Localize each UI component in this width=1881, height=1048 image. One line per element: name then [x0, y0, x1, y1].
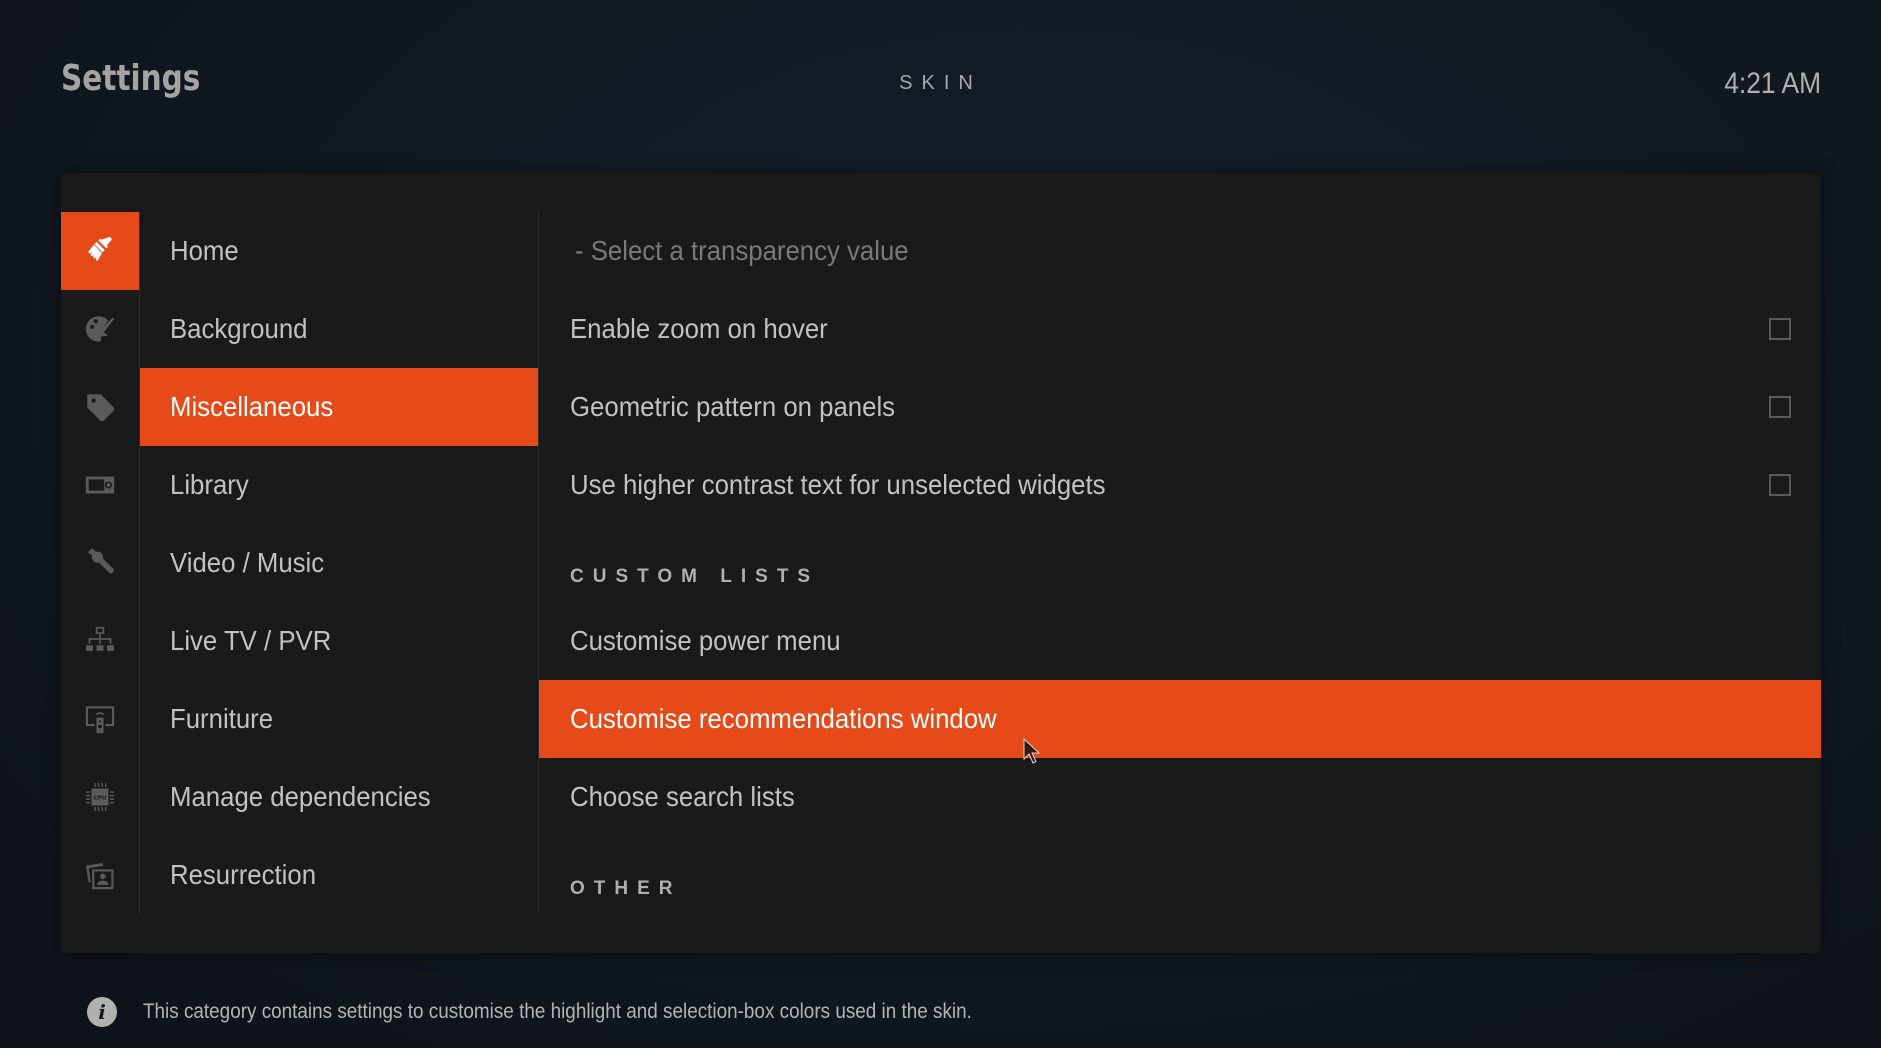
settings-panel: CPU Home Background Miscellaneous Librar… [61, 173, 1821, 953]
radio-device-icon [85, 476, 115, 494]
section-header-custom-lists: CUSTOM LISTS [539, 524, 1821, 602]
sidebar-item-label: Resurrection [170, 859, 317, 890]
settings-list: - Select a transparency value Enable zoo… [539, 212, 1821, 914]
setting-transparency-value[interactable]: - Select a transparency value [539, 212, 1821, 290]
setting-label: Geometric pattern on panels [570, 391, 896, 422]
sidebar-item-background[interactable]: Background [140, 290, 538, 368]
cpu-chip-icon: CPU [85, 782, 115, 812]
section-label: SKIN [899, 72, 982, 94]
icon-cell-furniture[interactable] [61, 680, 139, 758]
footer-description: i This category contains settings to cus… [87, 997, 1064, 1027]
icon-cell-livetv[interactable] [61, 602, 139, 680]
setting-enable-zoom-on-hover[interactable]: Enable zoom on hover [539, 290, 1821, 368]
icon-cell-miscellaneous[interactable] [61, 368, 139, 446]
sidebar-item-label: Furniture [170, 703, 274, 734]
sidebar-item-miscellaneous[interactable]: Miscellaneous [140, 368, 538, 446]
setting-geometric-pattern[interactable]: Geometric pattern on panels [539, 368, 1821, 446]
sidebar-item-label: Library [170, 469, 249, 500]
setting-label: - Select a transparency value [575, 235, 909, 266]
setting-label: Customise power menu [570, 625, 841, 656]
setting-label: Enable zoom on hover [570, 313, 828, 344]
sidebar-item-resurrection[interactable]: Resurrection [140, 836, 538, 914]
sidebar-item-livetv-pvr[interactable]: Live TV / PVR [140, 602, 538, 680]
sidebar-item-library[interactable]: Library [140, 446, 538, 524]
sidebar-item-video-music[interactable]: Video / Music [140, 524, 538, 602]
mouse-cursor-icon [1023, 738, 1041, 764]
setting-customise-power-menu[interactable]: Customise power menu [539, 602, 1821, 680]
sidebar-item-label: Live TV / PVR [170, 625, 332, 656]
wrench-icon [87, 548, 114, 574]
icon-cell-background[interactable] [61, 290, 139, 368]
section-header-other: OTHER [539, 836, 1821, 914]
setting-label: Customise recommendations window [570, 703, 997, 734]
geometric-pattern-checkbox[interactable] [1769, 396, 1791, 418]
svg-text:CPU: CPU [94, 795, 107, 801]
icon-cell-video-music[interactable] [61, 524, 139, 602]
setting-higher-contrast-text[interactable]: Use higher contrast text for unselected … [539, 446, 1821, 524]
setting-label: Choose search lists [570, 781, 795, 812]
category-list: Home Background Miscellaneous Library Vi… [140, 212, 538, 914]
higher-contrast-checkbox[interactable] [1769, 474, 1791, 496]
paintbrush-icon [88, 237, 112, 262]
photo-album-icon [85, 862, 114, 890]
sidebar-item-home[interactable]: Home [140, 212, 538, 290]
sidebar-item-label: Background [170, 313, 308, 344]
sidebar-item-furniture[interactable]: Furniture [140, 680, 538, 758]
setting-choose-search-lists[interactable]: Choose search lists [539, 758, 1821, 836]
category-icon-column: CPU [61, 212, 139, 914]
info-icon: i [87, 997, 117, 1027]
icon-cell-dependencies[interactable]: CPU [61, 758, 139, 836]
sidebar-item-manage-dependencies[interactable]: Manage dependencies [140, 758, 538, 836]
enable-zoom-checkbox[interactable] [1769, 318, 1791, 340]
section-header-label: OTHER [570, 878, 682, 899]
setting-label: Use higher contrast text for unselected … [570, 469, 1106, 500]
palette-icon [85, 316, 115, 342]
icon-cell-home[interactable] [61, 212, 139, 290]
icon-cell-resurrection[interactable] [61, 836, 139, 914]
setting-customise-recommendations-window[interactable]: Customise recommendations window [539, 680, 1821, 758]
network-hierarchy-icon [85, 626, 115, 651]
section-header-label: CUSTOM LISTS [570, 566, 820, 587]
sidebar-item-label: Manage dependencies [170, 781, 431, 812]
sidebar-item-label: Miscellaneous [170, 391, 334, 422]
category-description: This category contains settings to custo… [143, 1000, 972, 1023]
sidebar-item-label: Home [170, 235, 239, 266]
sidebar-item-label: Video / Music [170, 547, 325, 578]
remote-screen-icon [85, 706, 115, 734]
tag-icon [87, 394, 115, 422]
icon-cell-library[interactable] [61, 446, 139, 524]
clock: 4:21 AM [1724, 67, 1821, 100]
